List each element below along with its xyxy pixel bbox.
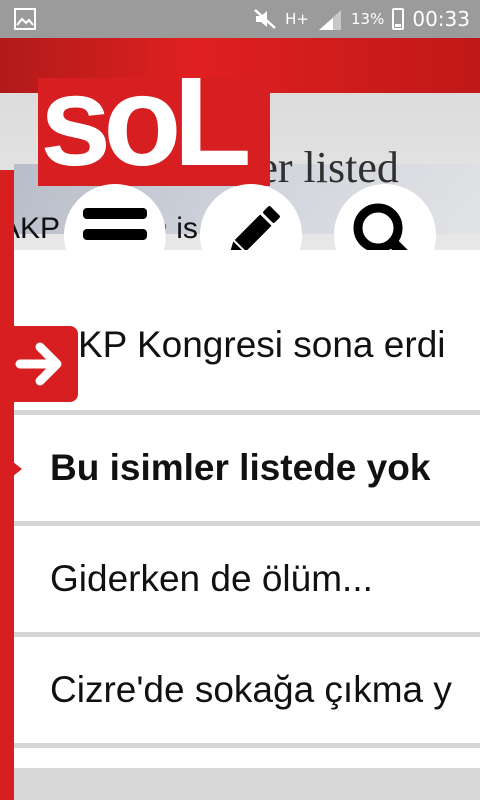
- site-logo[interactable]: soL: [38, 78, 270, 186]
- battery-percent: 13%: [351, 10, 385, 28]
- list-footer: [14, 768, 480, 800]
- list-item-active[interactable]: Bu isimler listede yok: [14, 415, 480, 526]
- left-accent-rail: [0, 170, 14, 800]
- arrow-tab[interactable]: [14, 326, 78, 402]
- list-item[interactable]: Giderken de ölüm...: [14, 526, 480, 637]
- status-time: 00:33: [412, 7, 470, 31]
- pencil-icon: [228, 206, 280, 250]
- header-banner: Bu isimler listed soL AKP ne ire n is: [0, 38, 480, 250]
- search-icon: [353, 203, 408, 250]
- list-item[interactable]: Cizre'de sokağa çıkma y: [14, 637, 480, 748]
- list-item[interactable]: KP Kongresi sona erdi: [14, 280, 480, 415]
- list-item-label: Bu isimler listede yok: [50, 447, 431, 488]
- active-indicator: [14, 461, 22, 477]
- logo-text: soL: [40, 78, 252, 186]
- list-item-label: Giderken de ölüm...: [50, 558, 373, 599]
- status-bar: H+ 13% 00:33: [0, 0, 480, 38]
- news-list: KP Kongresi sona erdi Bu isimler listede…: [14, 280, 480, 748]
- image-icon: [14, 8, 36, 30]
- signal-icon: [319, 10, 342, 30]
- battery-icon: [392, 8, 405, 30]
- list-item-label: KP Kongresi sona erdi: [78, 324, 446, 365]
- arrow-right-icon: [15, 342, 62, 386]
- network-type: H+: [285, 10, 310, 28]
- list-item-label: Cizre'de sokağa çıkma y: [50, 669, 452, 710]
- mute-icon: [254, 9, 276, 29]
- menu-icon: [83, 208, 147, 240]
